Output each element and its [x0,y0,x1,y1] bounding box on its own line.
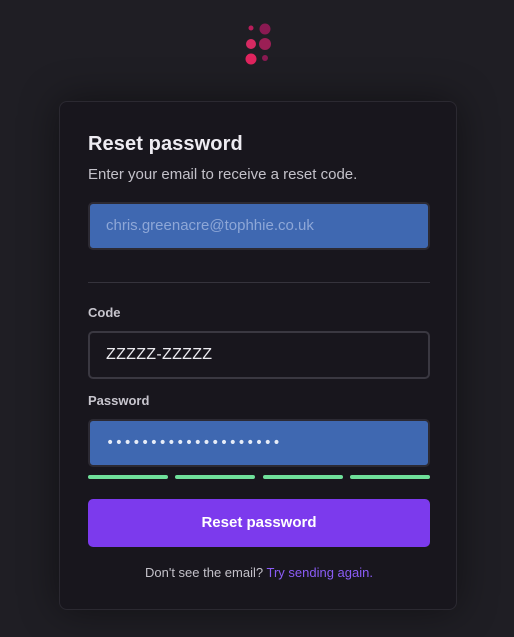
password-field[interactable]: •••••••••••••••••••• [88,419,430,467]
reset-password-button[interactable]: Reset password [88,499,430,547]
strength-segment [175,475,256,479]
password-strength-meter [88,475,430,479]
strength-segment [88,475,168,479]
strength-segment [349,475,430,479]
code-label: Code [88,305,121,320]
resend-footer: Don't see the email? Try sending again. [88,565,430,580]
dots-logo-icon [245,23,271,65]
page-title: Reset password [88,133,243,155]
password-label: Password [88,393,150,408]
resend-prompt: Don't see the email? [145,565,264,580]
divider [88,282,430,283]
code-field[interactable]: ZZZZZ-ZZZZZ [88,331,430,379]
page-subtitle: Enter your email to receive a reset code… [88,166,358,183]
email-field[interactable]: chris.greenacre@tophhie.co.uk [88,202,430,250]
try-sending-again-link[interactable]: Try sending again. [267,565,373,580]
page: Reset password Enter your email to recei… [0,0,514,637]
strength-segment [262,475,343,479]
